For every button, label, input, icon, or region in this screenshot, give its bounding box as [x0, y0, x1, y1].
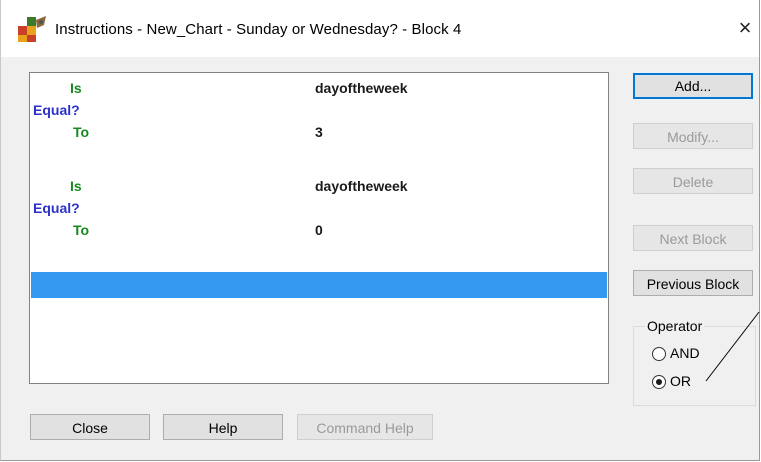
keyword-label: Is	[70, 178, 82, 194]
list-item[interactable]: To 0	[30, 220, 608, 240]
instructions-dialog: Instructions - New_Chart - Sunday or Wed…	[0, 0, 760, 461]
keyword-label: Is	[70, 80, 82, 96]
and-radio-label[interactable]: AND	[670, 345, 700, 361]
keyword-label: Equal?	[33, 102, 80, 118]
delete-button[interactable]: Delete	[633, 168, 753, 194]
list-item[interactable]: Equal?	[30, 100, 608, 120]
instruction-list[interactable]: Is dayoftheweek Equal? To 3 Is dayofthew…	[29, 72, 609, 384]
or-radio[interactable]	[652, 375, 666, 389]
and-radio[interactable]	[652, 347, 666, 361]
value-label: dayoftheweek	[315, 80, 408, 96]
add-button[interactable]: Add...	[633, 73, 753, 99]
selected-empty-row[interactable]	[31, 272, 607, 298]
keyword-label: Equal?	[33, 200, 80, 216]
modify-button[interactable]: Modify...	[633, 123, 753, 149]
list-item[interactable]: Is dayoftheweek	[30, 78, 608, 98]
list-item[interactable]: To 3	[30, 122, 608, 142]
or-radio-label[interactable]: OR	[670, 373, 691, 389]
title-bar: Instructions - New_Chart - Sunday or Wed…	[1, 0, 759, 57]
list-item[interactable]: Equal?	[30, 198, 608, 218]
help-button[interactable]: Help	[163, 414, 283, 440]
annotation-pointer-line	[705, 311, 760, 382]
close-button[interactable]: Close	[30, 414, 150, 440]
value-label: 0	[315, 222, 323, 238]
window-title: Instructions - New_Chart - Sunday or Wed…	[55, 21, 462, 38]
command-help-button[interactable]: Command Help	[297, 414, 433, 440]
value-label: 3	[315, 124, 323, 140]
operator-label: Operator	[645, 318, 705, 334]
value-label: dayoftheweek	[315, 178, 408, 194]
keyword-label: To	[73, 124, 90, 140]
keyword-label: To	[73, 222, 90, 238]
close-window-button[interactable]: ×	[732, 14, 758, 42]
previous-block-button[interactable]: Previous Block	[633, 270, 753, 296]
app-puzzle-icon	[18, 16, 46, 42]
list-item[interactable]: Is dayoftheweek	[30, 176, 608, 196]
next-block-button[interactable]: Next Block	[633, 225, 753, 251]
